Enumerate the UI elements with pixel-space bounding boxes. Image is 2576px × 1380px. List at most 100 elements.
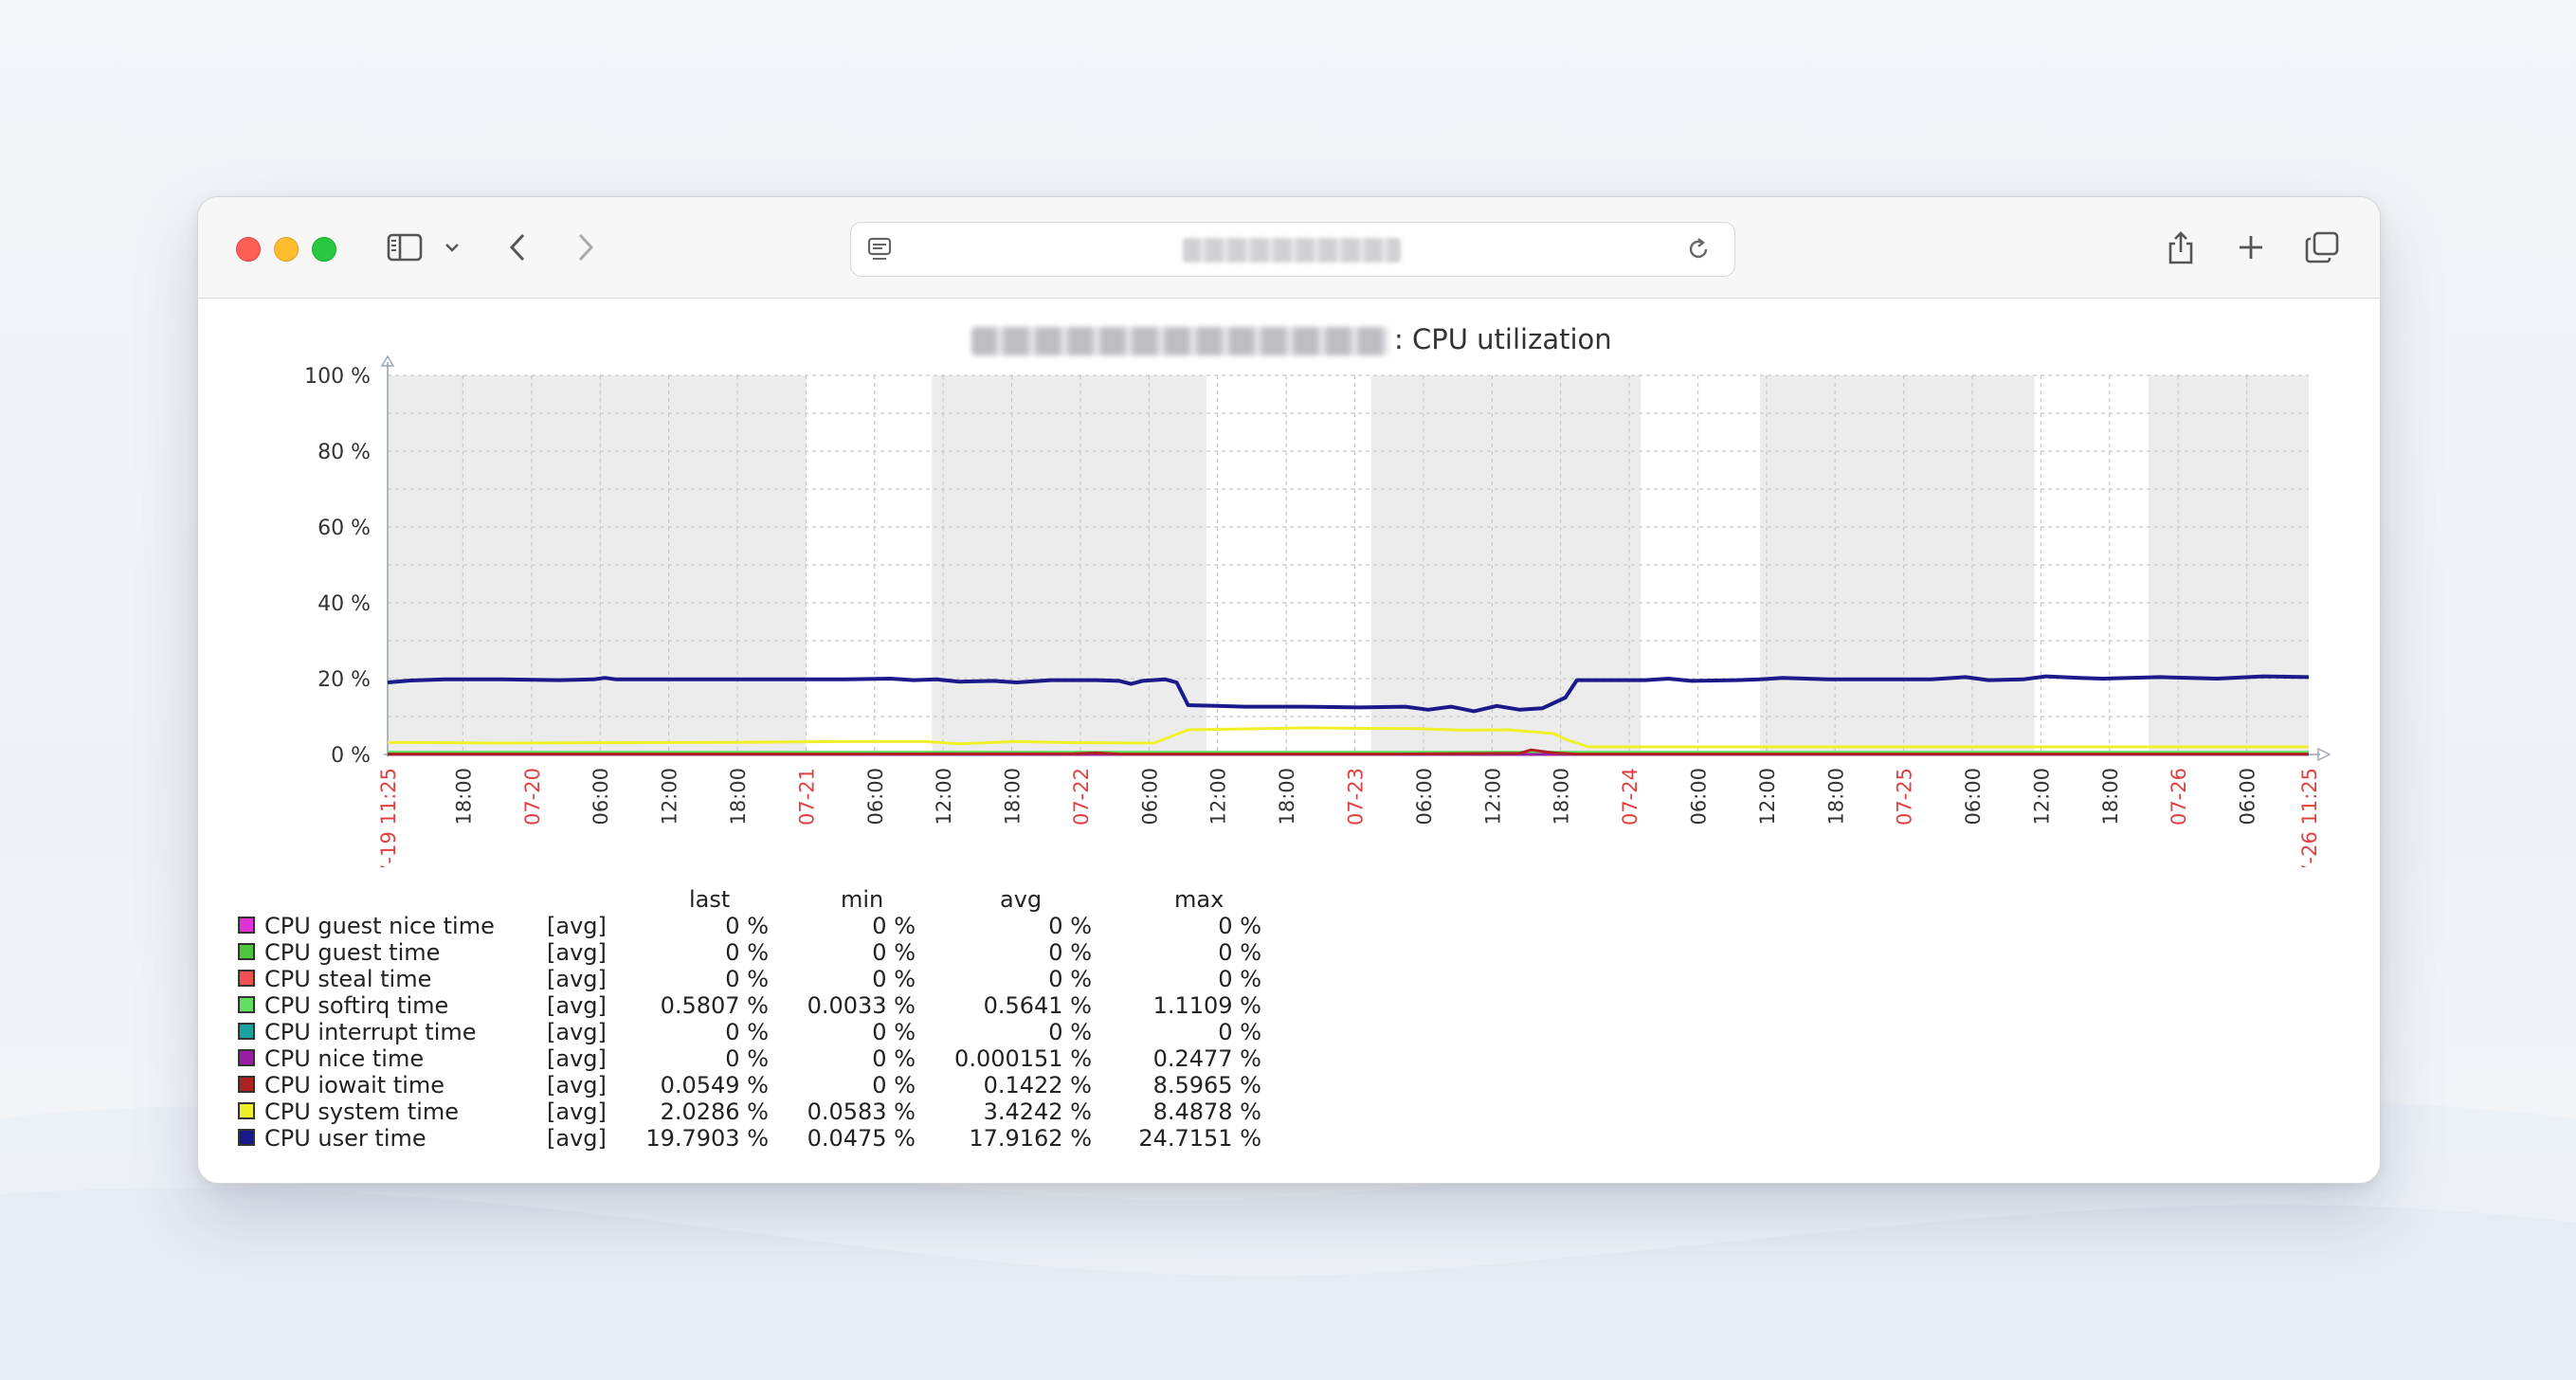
x-tick-label: 06:00	[1962, 768, 1985, 826]
legend-function: [avg]	[547, 992, 607, 1019]
legend-row: CPU softirq time [avg] 0.5807 % 0.0033 % 0.5…	[219, 992, 1280, 1019]
legend-row: CPU steal time [avg] 0 % 0 % 0 % 0 %	[219, 966, 1280, 992]
x-tick-label: 07-26 11:25	[2298, 768, 2321, 867]
legend-value-last: 0 %	[725, 1019, 769, 1045]
x-tick-label: 07-20	[521, 768, 544, 826]
share-icon[interactable]	[2162, 226, 2200, 269]
x-tick-label: 12:00	[1207, 768, 1230, 826]
x-tick-label: 12:00	[933, 768, 955, 826]
chevron-down-icon[interactable]	[441, 226, 463, 269]
x-tick-label: 06:00	[2237, 768, 2259, 826]
x-tick-label: 06:00	[864, 768, 887, 826]
legend-function: [avg]	[547, 913, 607, 939]
x-tick-label: 12:00	[2030, 768, 2053, 826]
x-tick-label: 18:00	[1002, 768, 1025, 826]
legend-value-avg: 3.4242 %	[983, 1099, 1092, 1125]
legend-value-max: 1.1109 %	[1152, 992, 1261, 1019]
chevron-left-icon[interactable]	[501, 226, 534, 269]
legend-series-name: CPU interrupt time	[264, 1019, 477, 1045]
x-tick-label: 07-24	[1619, 768, 1642, 826]
legend-function: [avg]	[547, 939, 607, 966]
x-tick-label: 18:00	[2099, 768, 2122, 826]
legend-swatch	[238, 1023, 255, 1040]
x-tick-label: 12:00	[659, 768, 681, 826]
cpu-utilization-chart: 100 % 80 % 60 % 40 % 20 % 0 % 07-19 11:25 18:00…	[304, 354, 2331, 867]
legend-value-max: 0 %	[1218, 966, 1261, 992]
legend-series-name: CPU steal time	[264, 966, 432, 992]
legend-value-avg: 0.000151 %	[954, 1045, 1092, 1072]
y-tick-label: 80 %	[317, 441, 371, 464]
x-tick-label: 07-25	[1894, 768, 1916, 826]
browser-window: : CPU utilization 100 % 80 % 60 % 40 % 20 % 0…	[197, 196, 2381, 1184]
legend-value-last: 0.0549 %	[660, 1072, 769, 1099]
x-tick-label: 18:00	[1276, 768, 1298, 826]
legend-value-min: 0 %	[872, 1045, 916, 1072]
legend-row: CPU iowait time [avg] 0.0549 % 0 % 0.1422 % 8…	[219, 1072, 1280, 1099]
page-menu-icon[interactable]	[861, 230, 898, 268]
legend-series-name: CPU user time	[264, 1125, 426, 1152]
minimize-window-button[interactable]	[274, 237, 299, 262]
legend-value-max: 24.7151 %	[1138, 1125, 1261, 1152]
legend-header-min: min	[841, 886, 884, 913]
x-tick-label: 07-23	[1345, 768, 1368, 826]
y-tick-label: 100 %	[304, 365, 371, 389]
x-tick-label: 06:00	[590, 768, 612, 826]
y-tick-label: 20 %	[317, 668, 371, 692]
legend-value-last: 2.0286 %	[660, 1099, 769, 1125]
legend-value-max: 0.2477 %	[1152, 1045, 1261, 1072]
legend-function: [avg]	[547, 1045, 607, 1072]
legend-value-max: 8.4878 %	[1152, 1099, 1261, 1125]
legend-value-min: 0 %	[872, 939, 916, 966]
chevron-right-icon[interactable]	[570, 226, 602, 269]
reload-icon[interactable]	[1679, 230, 1717, 268]
sidebar-icon[interactable]	[382, 226, 427, 269]
x-tick-label: 12:00	[1756, 768, 1779, 826]
legend-value-max: 8.5965 %	[1152, 1072, 1261, 1099]
legend-value-last: 0 %	[725, 966, 769, 992]
x-tick-label: 07-21	[795, 768, 818, 826]
y-tick-label: 0 %	[331, 744, 371, 768]
legend-row: CPU user time [avg] 19.7903 % 0.0475 % 17.91…	[219, 1125, 1280, 1152]
legend-value-last: 0 %	[725, 913, 769, 939]
x-tick-label: 06:00	[1687, 768, 1710, 826]
legend-row: CPU system time [avg] 2.0286 % 0.0583 % 3.42…	[219, 1099, 1280, 1125]
legend-value-min: 0 %	[872, 1019, 916, 1045]
legend-swatch	[238, 1049, 255, 1066]
x-tick-label: 18:00	[727, 768, 750, 826]
legend-value-max: 0 %	[1218, 1019, 1261, 1045]
zoom-window-button[interactable]	[312, 237, 336, 262]
legend-series-name: CPU guest time	[264, 939, 441, 966]
close-window-button[interactable]	[236, 237, 261, 262]
y-tick-label: 60 %	[317, 517, 371, 540]
legend-series-name: CPU iowait time	[264, 1072, 445, 1099]
address-bar[interactable]	[850, 222, 1735, 277]
legend-value-last: 0 %	[725, 939, 769, 966]
tabs-overview-icon[interactable]	[2302, 226, 2342, 269]
legend-function: [avg]	[547, 1072, 607, 1099]
x-tick-label: 07-26	[2168, 768, 2190, 826]
legend-value-avg: 0.5641 %	[983, 992, 1092, 1019]
legend-value-min: 0.0475 %	[807, 1125, 916, 1152]
legend-function: [avg]	[547, 966, 607, 992]
legend-value-avg: 17.9162 %	[969, 1125, 1092, 1152]
legend-function: [avg]	[547, 1019, 607, 1045]
legend-header-max: max	[1174, 886, 1225, 913]
x-tick-label: 07-19 11:25	[377, 768, 400, 867]
legend-series-name: CPU guest nice time	[264, 913, 495, 939]
legend-swatch	[238, 1129, 255, 1146]
x-tick-label: 12:00	[1481, 768, 1504, 826]
x-tick-label: 18:00	[1824, 768, 1847, 826]
legend-swatch	[238, 970, 255, 987]
legend-value-min: 0 %	[872, 1072, 916, 1099]
legend-row: CPU interrupt time [avg] 0 % 0 % 0 % 0 %	[219, 1019, 1280, 1045]
legend-value-last: 19.7903 %	[645, 1125, 769, 1152]
legend-swatch	[238, 1102, 255, 1119]
legend-swatch	[238, 917, 255, 934]
legend-header-last: last	[689, 886, 731, 913]
legend-value-max: 0 %	[1218, 939, 1261, 966]
legend-value-avg: 0 %	[1048, 1019, 1092, 1045]
plus-icon[interactable]	[2232, 226, 2270, 269]
legend-row: CPU guest time [avg] 0 % 0 % 0 % 0 %	[219, 939, 1280, 966]
legend-swatch	[238, 996, 255, 1013]
y-tick-label: 40 %	[317, 592, 371, 616]
